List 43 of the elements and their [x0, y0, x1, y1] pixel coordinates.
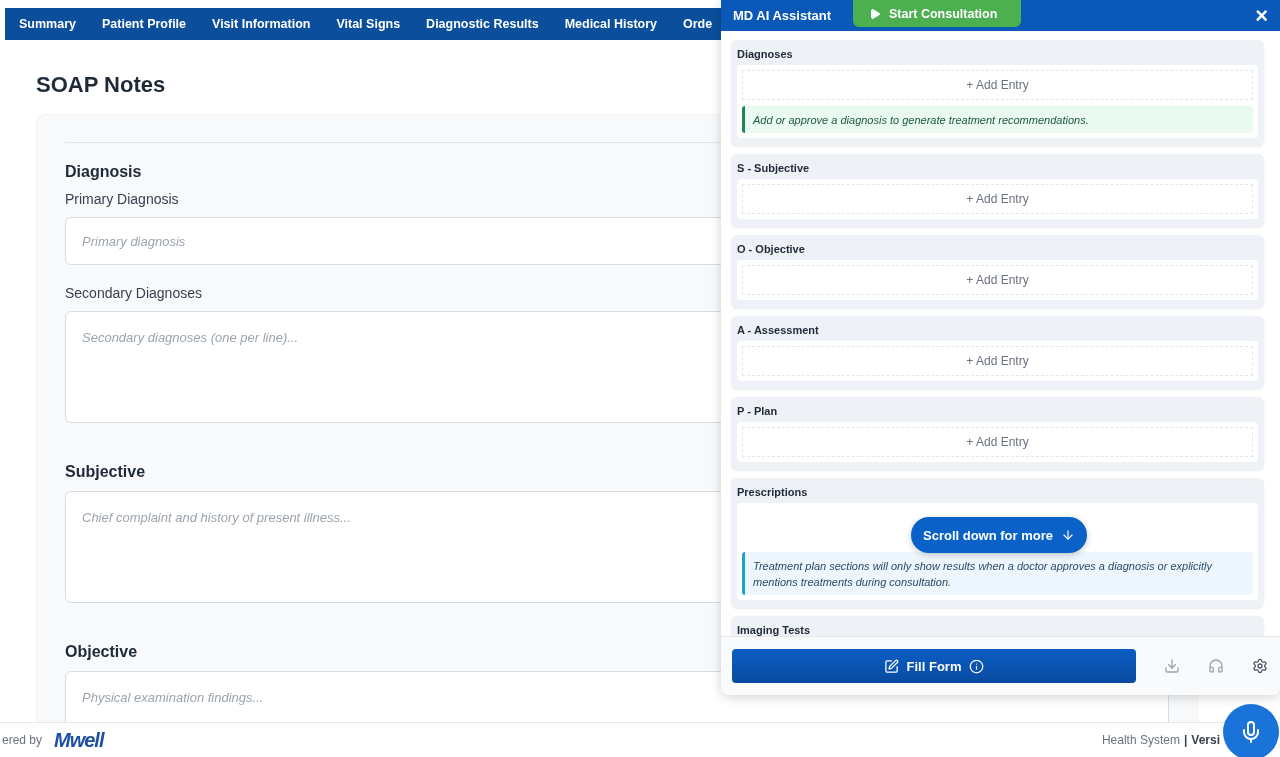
- edit-icon: [883, 658, 899, 674]
- info-note: Add or approve a diagnosis to generate treatment recommendations.: [742, 106, 1253, 133]
- version-text: Versi: [1191, 733, 1220, 747]
- nav-tab[interactable]: Vital Signs: [336, 17, 401, 31]
- section-title: Diagnoses: [737, 48, 793, 61]
- logo: Mwell: [54, 728, 104, 752]
- section-title: Imaging Tests: [737, 624, 811, 636]
- page-title: SOAP Notes: [36, 72, 166, 98]
- microphone-button[interactable]: [1223, 704, 1279, 757]
- field-label: Secondary Diagnoses: [65, 285, 202, 301]
- section-title: A - Assessment: [737, 324, 819, 337]
- close-button[interactable]: ×: [1255, 4, 1268, 27]
- section-heading: Diagnosis: [65, 163, 142, 181]
- arrow-down-icon: [1061, 528, 1075, 542]
- powered-by-text: ered by: [2, 733, 43, 747]
- system-name: Health System: [1101, 733, 1180, 747]
- headphones-icon[interactable]: [1208, 658, 1224, 674]
- nav-tab[interactable]: Orde: [683, 17, 713, 31]
- separator: |: [1183, 733, 1188, 747]
- section-heading: Subjective: [65, 463, 146, 481]
- settings-icon[interactable]: [1252, 658, 1268, 674]
- section-title: P - Plan: [737, 405, 778, 418]
- nav-tab[interactable]: Patient Profile: [102, 17, 187, 31]
- play-icon: [869, 7, 881, 20]
- fill-form-button[interactable]: Fill Form: [732, 649, 1136, 683]
- nav-tab[interactable]: Visit Information: [212, 17, 311, 31]
- info-icon: [969, 658, 985, 674]
- add-entry-button[interactable]: + Add Entry: [742, 184, 1253, 214]
- download-icon[interactable]: [1164, 658, 1180, 674]
- add-entry-button[interactable]: + Add Entry: [742, 346, 1253, 376]
- scroll-hint-button[interactable]: Scroll down for more: [911, 517, 1087, 553]
- nav-tab[interactable]: Summary: [19, 17, 76, 31]
- panel-title: MD AI Assistant: [733, 8, 832, 23]
- add-entry-button[interactable]: + Add Entry: [742, 427, 1253, 457]
- section-heading: Objective: [65, 643, 138, 661]
- add-entry-button[interactable]: + Add Entry: [742, 70, 1253, 100]
- add-entry-button[interactable]: + Add Entry: [742, 265, 1253, 295]
- nav-tab[interactable]: Diagnostic Results: [426, 17, 539, 31]
- info-note: Treatment plan sections will only show results when a doctor approves a diagnosis or explicitly mentions treatments during consultation.: [742, 552, 1253, 595]
- field-label: Primary Diagnosis: [65, 191, 179, 207]
- section-title: S - Subjective: [737, 162, 810, 175]
- nav-tab[interactable]: Medical History: [564, 17, 658, 31]
- section-title: O - Objective: [737, 243, 805, 256]
